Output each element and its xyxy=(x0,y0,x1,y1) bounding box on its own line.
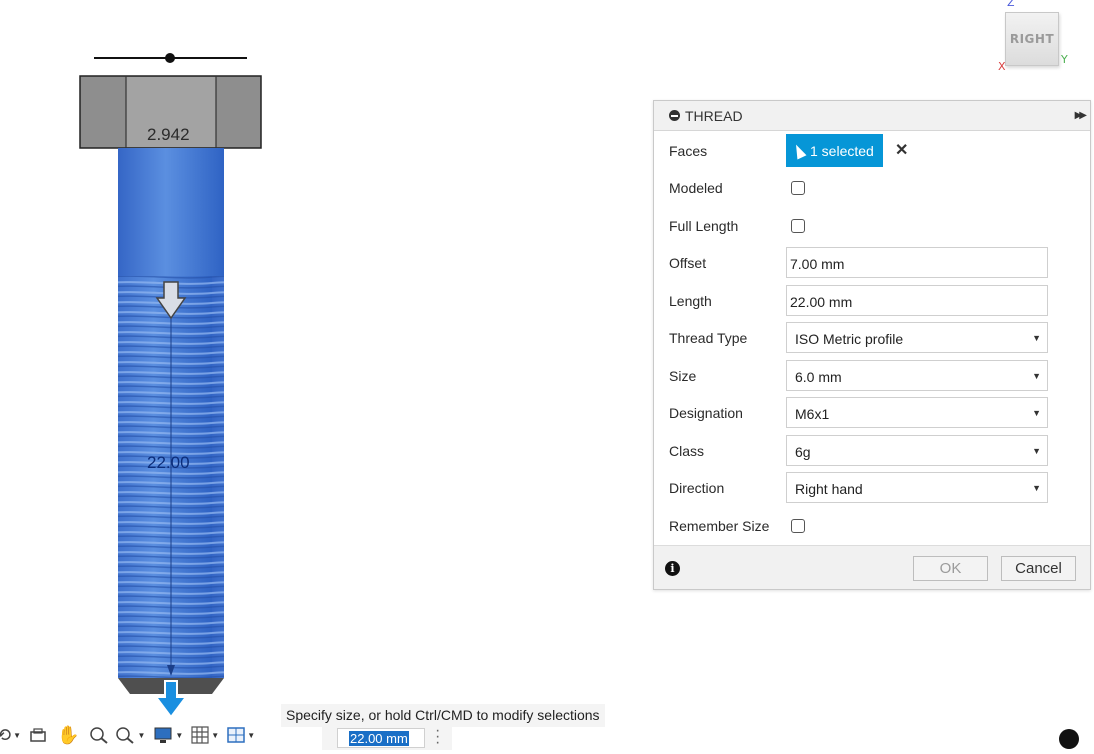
offset-row: Offset 7.00 mm xyxy=(654,246,1090,280)
designation-value: M6x1 xyxy=(795,406,830,422)
full-length-label: Full Length xyxy=(669,218,739,234)
remember-size-checkbox[interactable] xyxy=(791,519,805,533)
full-length-row: Full Length xyxy=(654,209,1090,243)
modeled-checkbox[interactable] xyxy=(791,181,805,195)
modeled-row: Modeled xyxy=(654,171,1090,205)
bolt-shank[interactable] xyxy=(118,148,224,276)
more-options-icon[interactable]: · · · xyxy=(435,723,440,751)
designation-row: Designation M6x1 ▼ xyxy=(654,396,1090,430)
faces-row: Faces 1 selected ✕ xyxy=(654,134,1090,168)
thread-type-label: Thread Type xyxy=(669,330,748,346)
thread-panel: THREAD ▶▶ Faces 1 selected ✕ Modeled Ful… xyxy=(653,100,1091,590)
clear-selection-icon[interactable]: ✕ xyxy=(895,140,908,160)
direction-row: Direction Right hand ▼ xyxy=(654,471,1090,505)
dropdown-arrow-icon: ▼ xyxy=(1032,446,1041,456)
axis-z-label: Z xyxy=(1007,0,1015,9)
direction-select[interactable]: Right hand ▼ xyxy=(786,472,1048,503)
modeled-label: Modeled xyxy=(669,180,723,196)
fit-icon[interactable]: ▼ xyxy=(115,721,153,749)
axis-y-label: Y xyxy=(1061,53,1068,66)
size-select[interactable]: 6.0 mm ▼ xyxy=(786,360,1048,391)
designation-label: Designation xyxy=(669,405,743,421)
dropdown-arrow-icon: ▼ xyxy=(1032,408,1041,418)
axis-x-label: X xyxy=(998,60,1006,73)
remember-size-label: Remember Size xyxy=(669,518,770,534)
faces-button-label: 1 selected xyxy=(810,142,874,159)
direction-value: Right hand xyxy=(795,481,863,497)
size-label: Size xyxy=(669,368,697,384)
full-length-checkbox[interactable] xyxy=(791,219,805,233)
info-icon[interactable]: i xyxy=(665,561,680,576)
panel-footer: i OK Cancel xyxy=(654,545,1090,589)
class-value: 6g xyxy=(795,444,811,460)
dropdown-arrow-icon: ▼ xyxy=(1032,371,1041,381)
faces-select-button[interactable]: 1 selected xyxy=(786,134,883,167)
class-select[interactable]: 6g ▼ xyxy=(786,435,1048,466)
panel-title: THREAD xyxy=(685,107,743,124)
class-row: Class 6g ▼ xyxy=(654,434,1090,468)
panel-header[interactable]: THREAD ▶▶ xyxy=(654,101,1090,131)
comment-icon[interactable] xyxy=(1059,729,1079,749)
remember-size-row: Remember Size xyxy=(654,509,1090,543)
value-entry-box: 22.00 mm · · · xyxy=(322,723,452,751)
value-input[interactable]: 22.00 mm xyxy=(337,728,425,748)
faces-label: Faces xyxy=(669,143,708,159)
cancel-button[interactable]: Cancel xyxy=(1001,556,1076,581)
navigation-toolbar: ⟲ ▼ ✋ ▼ ▼ ▼ ▼ xyxy=(0,721,263,749)
zoom-icon[interactable] xyxy=(89,721,109,749)
viewports-icon[interactable]: ▼ xyxy=(227,721,263,749)
drag-handle-top[interactable] xyxy=(94,53,247,63)
length-label: Length xyxy=(669,293,712,309)
thread-type-select[interactable]: ISO Metric profile ▼ xyxy=(786,322,1048,353)
viewport-canvas[interactable] xyxy=(0,0,300,720)
pan-icon[interactable]: ✋ xyxy=(57,721,79,749)
expand-icon[interactable]: ▶▶ xyxy=(1075,110,1088,121)
cursor-icon xyxy=(791,142,807,159)
length-input[interactable]: 22.00 mm xyxy=(786,285,1048,316)
viewcube-face-right[interactable]: RIGHT xyxy=(1005,12,1059,66)
designation-select[interactable]: M6x1 ▼ xyxy=(786,397,1048,428)
ok-button[interactable]: OK xyxy=(913,556,988,581)
offset-label: Offset xyxy=(669,255,707,271)
thread-type-value: ISO Metric profile xyxy=(795,331,904,347)
size-value: 6.0 mm xyxy=(795,369,842,385)
direction-label: Direction xyxy=(669,480,725,496)
length-row: Length 22.00 mm xyxy=(654,284,1090,318)
size-row: Size 6.0 mm ▼ xyxy=(654,359,1090,393)
value-input-text: 22.00 mm xyxy=(349,731,409,746)
head-dimension-label: 2.942 xyxy=(147,125,190,144)
status-hint: Specify size, or hold Ctrl/CMD to modify… xyxy=(281,704,605,727)
thread-type-row: Thread Type ISO Metric profile ▼ xyxy=(654,321,1090,355)
dropdown-arrow-icon: ▼ xyxy=(1032,483,1041,493)
class-label: Class xyxy=(669,443,705,459)
orbit-icon[interactable]: ⟲ ▼ xyxy=(0,721,29,749)
dropdown-arrow-icon: ▼ xyxy=(1032,333,1041,343)
collapse-icon[interactable] xyxy=(669,110,680,121)
offset-input[interactable]: 7.00 mm xyxy=(786,247,1048,278)
display-settings-icon[interactable]: ▼ xyxy=(153,721,191,749)
grid-icon[interactable]: ▼ xyxy=(191,721,227,749)
length-dimension-label[interactable]: 22.00 xyxy=(147,453,190,473)
look-at-icon[interactable] xyxy=(29,721,47,749)
